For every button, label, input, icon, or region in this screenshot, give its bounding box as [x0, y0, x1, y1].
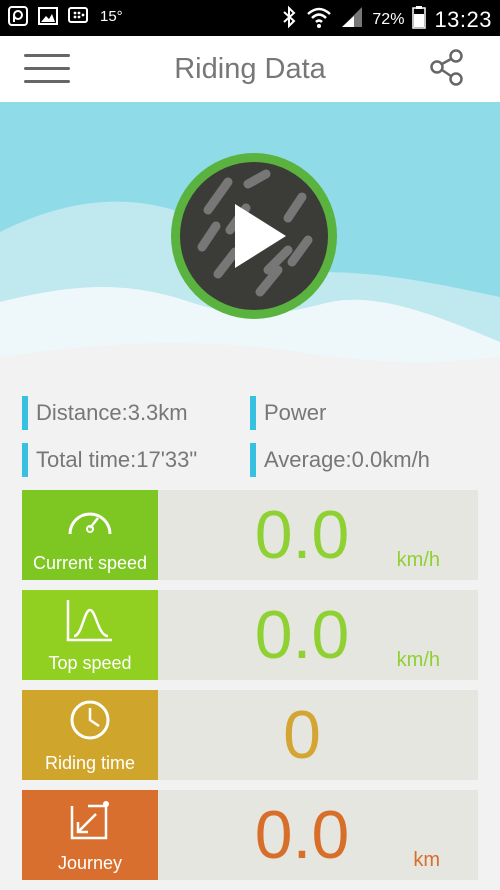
wifi-icon [306, 5, 332, 34]
stat-accent-bar [22, 443, 28, 477]
stat-accent-bar [250, 443, 256, 477]
stat-accent-bar [22, 396, 28, 430]
status-bar: 15° 72% 13:23 [0, 0, 500, 36]
card-top-speed: Top speed 0.0 km/h [22, 590, 478, 680]
bluetooth-icon [280, 5, 298, 34]
speedometer-icon [68, 512, 112, 535]
signal-icon [340, 5, 364, 34]
card-unit: km [413, 849, 440, 871]
card-label-box: Top speed [22, 590, 158, 680]
bbm-icon [68, 6, 88, 26]
card-label: Journey [57, 853, 123, 873]
average-label: Average:0.0km/h [264, 447, 430, 472]
card-unit: km/h [396, 549, 440, 571]
temperature: 15° [100, 7, 123, 25]
card-label: Top speed [48, 653, 132, 673]
play-button[interactable] [170, 152, 338, 320]
card-value: 0 [283, 697, 321, 773]
play-wheel-icon [171, 153, 337, 319]
graph-peak-icon [66, 600, 112, 642]
card-label: Current speed [32, 553, 148, 573]
card-unit: km/h [396, 649, 440, 671]
battery-percent: 72% [372, 10, 405, 28]
share-icon[interactable] [428, 48, 468, 88]
page-title: Riding Data [174, 53, 326, 85]
distance-label: Distance:3.3km [36, 400, 188, 425]
clock-time: 13:23 [434, 6, 492, 32]
card-label-box: Current speed [22, 490, 158, 580]
card-riding-time: Riding time 0 [22, 690, 478, 780]
route-arrow-icon [70, 801, 109, 840]
stat-total-time: Total time:17'33" [22, 442, 197, 478]
battery-icon [412, 5, 427, 34]
power-label: Power [264, 400, 327, 425]
stat-average: Average:0.0km/h [250, 442, 430, 478]
card-value: 0.0 [254, 797, 350, 873]
stat-distance: Distance:3.3km [22, 395, 188, 431]
stat-power: Power [250, 395, 326, 431]
card-current-speed: Current speed 0.0 km/h [22, 490, 478, 580]
card-label-box: Journey [22, 790, 158, 880]
card-journey: Journey 0.0 km [22, 790, 478, 880]
p-app-icon [8, 6, 28, 26]
card-value: 0.0 [254, 497, 350, 573]
card-value: 0.0 [254, 597, 350, 673]
status-left: 15° [8, 6, 123, 26]
card-label-box: Riding time [22, 690, 158, 780]
card-label: Riding time [44, 753, 136, 773]
clock-icon [70, 700, 110, 740]
status-right: 72% 13:23 [280, 5, 492, 34]
app-bar: Riding Data [0, 36, 500, 103]
total-time-label: Total time:17'33" [36, 447, 198, 472]
stat-accent-bar [250, 396, 256, 430]
gallery-icon [38, 6, 58, 26]
